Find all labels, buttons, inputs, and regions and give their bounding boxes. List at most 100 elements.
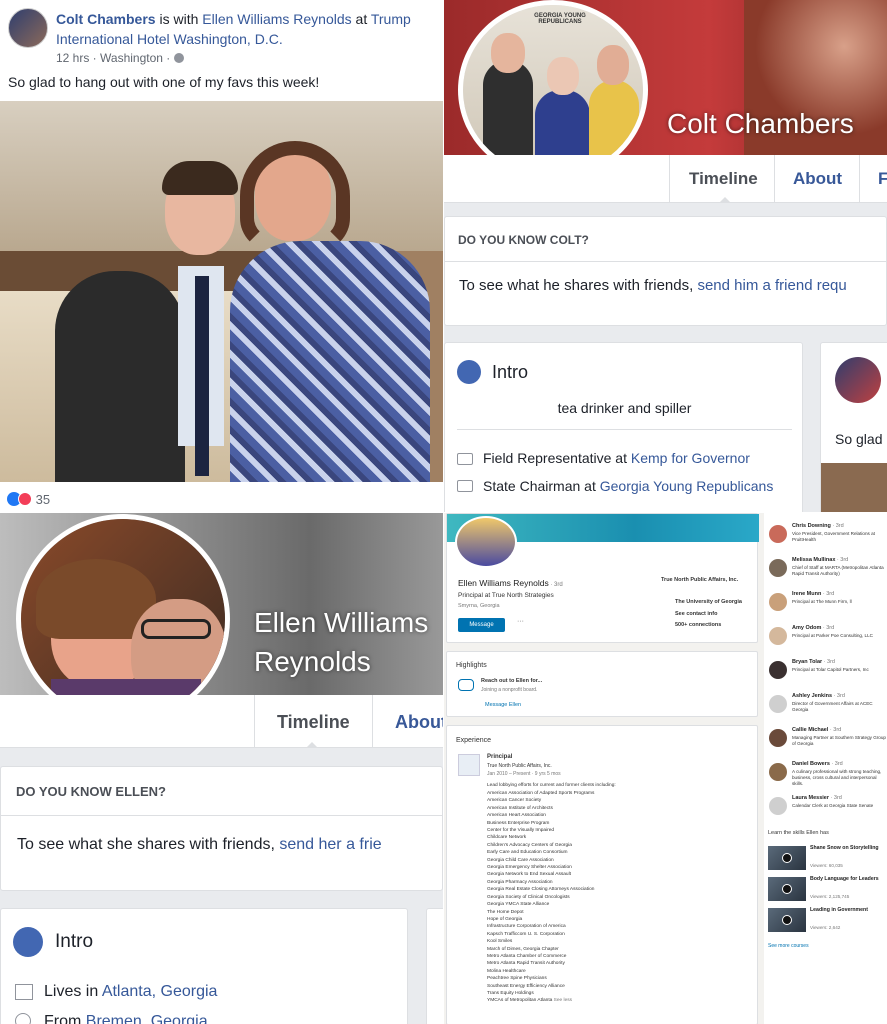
avatar[interactable] (769, 797, 787, 815)
course-viewers: Viewers: 2,642 (810, 925, 841, 930)
job-2-link[interactable]: Georgia Young Republicans (600, 478, 774, 494)
tab-about[interactable]: About (793, 169, 842, 189)
client-item: Georgia Society of Clinical Oncologists (487, 894, 570, 900)
li-company-1[interactable]: True North Public Affairs, Inc. (661, 577, 751, 584)
linkedin-profile: Ellen Williams Reynolds · 3rd Principal … (444, 513, 887, 1024)
tab-timeline[interactable]: Timeline (277, 712, 350, 733)
post-time: 12 hrs · Washington · (56, 51, 184, 65)
client-item: American Association of Adapted Sports P… (487, 791, 595, 796)
course-item[interactable]: Body Language for Leaders Viewers: 2,125,… (768, 876, 886, 907)
friend-request-link[interactable]: send her a frie (279, 836, 381, 853)
intro-title: Intro (492, 362, 529, 382)
job-dates: Jan 2010 – Present · 9 yrs 5 mos (487, 771, 561, 777)
avatar[interactable] (769, 559, 787, 577)
avatar[interactable] (769, 763, 787, 781)
course-thumbnail[interactable] (768, 908, 806, 932)
avatar[interactable] (769, 661, 787, 679)
li-company-2[interactable]: The University of Georgia (675, 598, 742, 607)
side-post-text: So glad (835, 431, 883, 447)
from-link[interactable]: Bremen, Georgia (86, 1013, 208, 1024)
person-item[interactable]: Amy Odom · 3rd Principal at Parker Poe Co… (764, 623, 887, 657)
profile-picture[interactable] (16, 514, 230, 724)
course-item[interactable]: Leading in Government Viewers: 2,642 (768, 907, 886, 938)
play-icon (782, 884, 792, 894)
avatar[interactable] (835, 357, 881, 403)
see-more-courses[interactable]: See more courses (768, 942, 809, 951)
know-heading: DO YOU KNOW COLT? (458, 233, 589, 247)
li-avatar[interactable] (455, 516, 517, 568)
avatar[interactable] (769, 695, 787, 713)
person-item[interactable]: Irene Munn · 3rd Principal at The Munn Fi… (764, 589, 887, 623)
friend-request-link[interactable]: send him a friend requ (697, 277, 846, 294)
highlights-title: Highlights (456, 662, 487, 669)
person-title: Director of Government Affairs at ACEC G… (792, 701, 873, 712)
author-name[interactable]: Colt Chambers (56, 11, 156, 27)
avatar[interactable] (769, 525, 787, 543)
person-name[interactable]: Laura Messier · 3rd (792, 795, 842, 801)
avatar[interactable] (769, 593, 787, 611)
cover-name-line-1[interactable]: Ellen Williams (254, 607, 428, 639)
chat-icon (458, 679, 474, 691)
client-item: Hope of Georgia (487, 916, 523, 922)
clients-list: American Association of Adapted Sports P… (487, 790, 747, 1005)
lives-in-link[interactable]: Atlanta, Georgia (102, 983, 218, 1000)
tab-timeline[interactable]: Timeline (689, 169, 758, 189)
person-name[interactable]: Callie Michael · 3rd (792, 727, 841, 733)
know-text: To see what he shares with friends, send… (459, 277, 847, 294)
li-contact-info[interactable]: See contact info (675, 610, 717, 619)
play-icon (782, 853, 792, 863)
message-button[interactable]: Message (458, 618, 505, 632)
company-logo[interactable] (458, 754, 480, 776)
colt-profile: Colt Chambers GEORGIA YOUNG REPUBLICANS … (444, 0, 887, 512)
person-item[interactable]: Chris Downing · 3rd Vice President, Gover… (764, 521, 887, 555)
person-item[interactable]: Melissa Mullinax · 3rd Chief of Staff at … (764, 555, 887, 589)
course-thumbnail[interactable] (768, 877, 806, 901)
post-photo[interactable] (0, 101, 443, 482)
tagged-friend[interactable]: Ellen Williams Reynolds (202, 11, 351, 27)
client-item: Georgia YMCA State Alliance (487, 902, 550, 908)
reactions[interactable]: 35 (7, 492, 50, 507)
course-title[interactable]: Body Language for Leaders (810, 876, 886, 883)
home-icon (15, 984, 33, 1000)
tab-friends[interactable]: F (878, 169, 887, 189)
person-item[interactable]: Bryan Tolar · 3rd Principal at Tolar Capi… (764, 657, 887, 691)
client-item: Kapsch Trafficcom U. S. Corporation (487, 931, 565, 937)
person-name[interactable]: Irene Munn · 3rd (792, 591, 834, 597)
client-item: Infrastructure Corporation of America (487, 924, 566, 930)
know-card: DO YOU KNOW ELLEN? To see what she share… (0, 766, 443, 891)
cover-name[interactable]: Colt Chambers (667, 108, 854, 140)
person-name[interactable]: Amy Odom · 3rd (792, 625, 834, 631)
people-list: Chris Downing · 3rd Vice President, Gover… (764, 521, 887, 827)
person-name[interactable]: Chris Downing · 3rd (792, 523, 844, 529)
person-name[interactable]: Daniel Bowers · 3rd (792, 761, 843, 767)
course-item[interactable]: Shane Snow on Storytelling Viewers: 60,03… (768, 845, 886, 876)
person-item[interactable]: Laura Messier · 3rd Calendar Clerk at Geo… (764, 793, 887, 827)
cover-name-line-2[interactable]: Reynolds (254, 646, 371, 678)
side-post-card: So glad (820, 342, 887, 512)
person-item[interactable]: Daniel Bowers · 3rd A culinary profession… (764, 759, 887, 793)
time-text[interactable]: 12 hrs · Washington · (56, 51, 174, 65)
person-name[interactable]: Melissa Mullinax · 3rd (792, 557, 848, 563)
tab-about[interactable]: About (395, 712, 443, 733)
li-name[interactable]: Ellen Williams Reynolds · 3rd (458, 578, 563, 588)
message-ellen-link[interactable]: Message Ellen (485, 701, 521, 710)
person-name[interactable]: Bryan Tolar · 3rd (792, 659, 835, 665)
course-title[interactable]: Shane Snow on Storytelling (810, 845, 886, 852)
person-item[interactable]: Callie Michael · 3rd Managing Partner at … (764, 725, 887, 759)
see-less-link[interactable]: See less (552, 998, 572, 1003)
person-title: Managing Partner at Southern Strategy Gr… (792, 735, 886, 746)
briefcase-icon (457, 480, 473, 492)
person-item[interactable]: Ashley Jenkins · 3rd Director of Governme… (764, 691, 887, 725)
li-connections[interactable]: 500+ connections (675, 621, 721, 630)
person-name[interactable]: Ashley Jenkins · 3rd (792, 693, 845, 699)
avatar[interactable] (8, 8, 48, 48)
course-title[interactable]: Leading in Government (810, 907, 886, 914)
more-button[interactable]: ··· (517, 618, 524, 625)
course-thumbnail[interactable] (768, 846, 806, 870)
job-1-link[interactable]: Kemp for Governor (631, 450, 750, 466)
profile-picture[interactable]: GEORGIA YOUNG REPUBLICANS (458, 0, 648, 180)
avatar[interactable] (769, 729, 787, 747)
client-item: Early Care and Education Consortium (487, 850, 568, 856)
avatar[interactable] (769, 627, 787, 645)
intro-title: Intro (55, 931, 94, 952)
